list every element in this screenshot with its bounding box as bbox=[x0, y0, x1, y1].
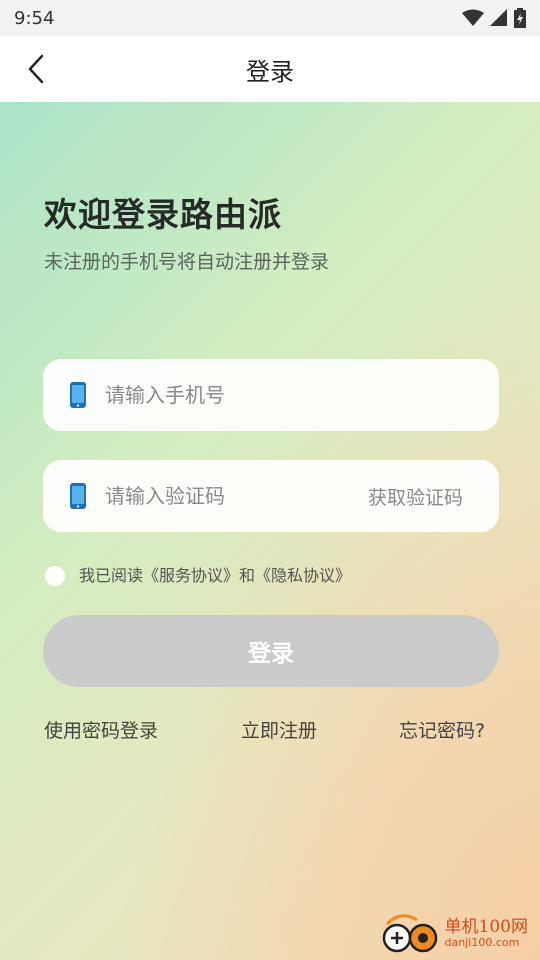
phone-input[interactable] bbox=[105, 383, 345, 407]
wifi-icon bbox=[462, 9, 484, 26]
status-icons bbox=[462, 8, 526, 28]
code-input[interactable] bbox=[105, 484, 345, 508]
page-title: 登录 bbox=[246, 57, 294, 86]
back-button[interactable] bbox=[16, 49, 56, 89]
welcome-subtitle: 未注册的手机号将自动注册并登录 bbox=[44, 251, 330, 273]
password-login-link[interactable]: 使用密码登录 bbox=[44, 716, 158, 743]
watermark-en: danji100.com bbox=[444, 936, 520, 950]
login-content: 欢迎登录路由派 未注册的手机号将自动注册并登录 获取验证码 我已阅读《服务协议》… bbox=[0, 102, 540, 960]
welcome-title: 欢迎登录路由派 bbox=[44, 195, 282, 234]
forgot-password-link[interactable]: 忘记密码? bbox=[399, 716, 485, 743]
chevron-left-icon bbox=[28, 54, 44, 84]
watermark-text: 单机100网 danji100.com bbox=[444, 917, 528, 950]
watermark-cn: 单机100网 bbox=[444, 917, 528, 938]
agreement-radio[interactable] bbox=[45, 566, 65, 586]
phone-field[interactable] bbox=[43, 359, 499, 431]
watermark-logo-icon bbox=[382, 914, 437, 953]
code-field[interactable]: 获取验证码 bbox=[43, 460, 499, 532]
agreement-text[interactable]: 我已阅读《服务协议》和《隐私协议》 bbox=[79, 562, 351, 586]
agreement-row: 我已阅读《服务协议》和《隐私协议》 bbox=[45, 562, 351, 586]
signal-icon bbox=[490, 9, 507, 26]
app-bar: 登录 bbox=[0, 36, 540, 102]
status-bar: 9:54 bbox=[0, 0, 540, 36]
get-code-button[interactable]: 获取验证码 bbox=[368, 483, 463, 510]
register-link[interactable]: 立即注册 bbox=[241, 716, 317, 743]
mobile-phone-icon bbox=[70, 382, 86, 408]
watermark: 单机100网 danji100.com bbox=[381, 914, 528, 954]
battery-icon bbox=[514, 8, 526, 28]
login-button[interactable]: 登录 bbox=[43, 615, 499, 687]
status-time: 9:54 bbox=[14, 7, 55, 29]
mobile-phone-icon bbox=[70, 483, 86, 509]
